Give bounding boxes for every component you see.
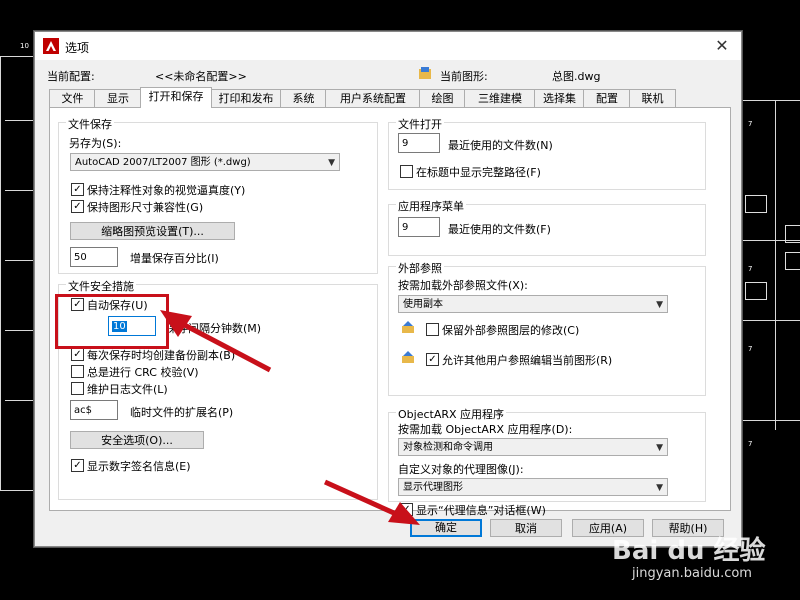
proxy-image-select[interactable]: 显示代理图形 ▼: [398, 478, 668, 496]
keep-annotative-label: 保持注释性对象的视觉逼真度(Y): [87, 184, 246, 197]
ok-button[interactable]: 确定: [410, 519, 482, 537]
keep-annotative-checkbox[interactable]: ✓: [71, 183, 84, 196]
xref-demand-select[interactable]: 使用副本 ▼: [398, 295, 668, 313]
tab-3d-modeling[interactable]: 三维建模: [464, 89, 536, 107]
log-file-label: 维护日志文件(L): [87, 383, 168, 396]
save-as-select[interactable]: AutoCAD 2007/LT2007 图形 (*.dwg) ▼: [70, 153, 340, 171]
right-marker-text: 7: [748, 345, 753, 353]
title-bar[interactable]: 选项 ✕: [35, 32, 741, 60]
objectarx-demand-select[interactable]: 对象检测和命令调用 ▼: [398, 438, 668, 456]
chevron-down-icon: ▼: [656, 443, 663, 453]
file-open-title: 文件打开: [396, 116, 444, 132]
tab-online[interactable]: 联机: [629, 89, 676, 107]
file-save-title: 文件保存: [66, 116, 114, 132]
watermark-site: jingyan.baidu.com: [632, 566, 752, 581]
layer-icon: [402, 321, 414, 333]
autocad-logo-icon: [43, 38, 59, 54]
autosave-minutes-label: 保存间隔分钟数(M): [166, 322, 262, 335]
drawing-file-icon: [419, 67, 431, 79]
chevron-down-icon: ▼: [656, 300, 663, 310]
temp-ext-label: 临时文件的扩展名(P): [130, 406, 234, 419]
chevron-down-icon: ▼: [656, 483, 663, 493]
log-file-checkbox[interactable]: [71, 382, 84, 395]
autosave-highlight-box: [55, 294, 169, 349]
objectarx-demand-label: 按需加载 ObjectARX 应用程序(D):: [398, 423, 573, 436]
save-as-label: 另存为(S):: [69, 137, 122, 150]
close-icon[interactable]: ✕: [711, 36, 733, 56]
app-menu-title: 应用程序菜单: [396, 198, 466, 214]
digital-signature-checkbox[interactable]: ✓: [71, 459, 84, 472]
cad-symbol-box: [745, 282, 767, 300]
tab-profiles[interactable]: 配置: [583, 89, 631, 107]
xref-title: 外部参照: [396, 260, 444, 276]
tab-open-save[interactable]: 打开和保存: [140, 87, 212, 108]
current-config-value: <<未命名配置>>: [155, 70, 247, 83]
options-dialog: 选项 ✕ 当前配置: <<未命名配置>> 当前图形: 总图.dwg 文件 显示 …: [34, 31, 742, 547]
fullpath-checkbox[interactable]: [400, 165, 413, 178]
proxy-dialog-checkbox[interactable]: ✓: [400, 503, 413, 516]
backup-checkbox[interactable]: ✓: [71, 348, 84, 361]
app-menu-recent-input[interactable]: 9: [398, 217, 440, 237]
objectarx-title: ObjectARX 应用程序: [396, 406, 507, 422]
objectarx-demand-value: 对象检测和命令调用: [403, 442, 493, 453]
backup-label: 每次保存时均创建备份副本(B): [87, 349, 236, 362]
left-marker-text: 10: [20, 42, 29, 50]
security-options-button[interactable]: 安全选项(O)...: [70, 431, 204, 449]
tab-drafting[interactable]: 绘图: [419, 89, 466, 107]
tab-files[interactable]: 文件: [49, 89, 96, 107]
crc-checkbox[interactable]: [71, 365, 84, 378]
layer-icon: [402, 351, 414, 363]
cad-symbol-box: [745, 195, 767, 213]
file-open-recent-label: 最近使用的文件数(N): [448, 139, 553, 152]
xref-demand-label: 按需加载外部参照文件(X):: [398, 279, 528, 292]
tab-system[interactable]: 系统: [280, 89, 327, 107]
allow-edit-label: 允许其他用户参照编辑当前图形(R): [442, 354, 613, 367]
temp-ext-input[interactable]: ac$: [70, 400, 118, 420]
allow-edit-checkbox[interactable]: ✓: [426, 353, 439, 366]
file-safety-title: 文件安全措施: [66, 278, 136, 294]
right-marker-text: 7: [748, 120, 753, 128]
app-menu-recent-label: 最近使用的文件数(F): [448, 223, 551, 236]
retain-xref-checkbox[interactable]: [426, 323, 439, 336]
tab-user-preferences[interactable]: 用户系统配置: [325, 89, 421, 107]
proxy-image-label: 自定义对象的代理图像(J):: [398, 463, 524, 476]
file-open-recent-input[interactable]: 9: [398, 133, 440, 153]
window-title: 选项: [65, 41, 90, 55]
keep-size-compat-label: 保持图形尺寸兼容性(G): [87, 201, 204, 214]
right-marker-text: 7: [748, 440, 753, 448]
crc-label: 总是进行 CRC 校验(V): [87, 366, 199, 379]
proxy-image-value: 显示代理图形: [403, 482, 463, 493]
tab-selection[interactable]: 选择集: [534, 89, 585, 107]
save-as-value: AutoCAD 2007/LT2007 图形 (*.dwg): [75, 157, 251, 168]
current-drawing-value: 总图.dwg: [552, 70, 601, 83]
chevron-down-icon: ▼: [328, 158, 335, 168]
retain-xref-label: 保留外部参照图层的修改(C): [442, 324, 580, 337]
incremental-save-label: 增量保存百分比(I): [130, 252, 219, 265]
cad-symbol-box: [785, 252, 800, 270]
incremental-save-input[interactable]: 50: [70, 247, 118, 267]
thumbnail-settings-button[interactable]: 缩略图预览设置(T)...: [70, 222, 235, 240]
baidu-watermark: Bai du 经验: [612, 536, 766, 566]
current-config-label: 当前配置:: [47, 70, 95, 83]
fullpath-label: 在标题中显示完整路径(F): [416, 166, 541, 179]
cad-symbol-box: [785, 225, 800, 243]
digital-signature-label: 显示数字签名信息(E): [87, 460, 191, 473]
tab-display[interactable]: 显示: [94, 89, 142, 107]
right-marker-text: 7: [748, 265, 753, 273]
keep-size-compat-checkbox[interactable]: ✓: [71, 200, 84, 213]
xref-demand-value: 使用副本: [403, 299, 443, 310]
proxy-dialog-label: 显示“代理信息”对话框(W): [416, 504, 546, 517]
tab-plot-publish[interactable]: 打印和发布: [210, 89, 282, 107]
current-drawing-label: 当前图形:: [440, 70, 488, 83]
cancel-button[interactable]: 取消: [490, 519, 562, 537]
